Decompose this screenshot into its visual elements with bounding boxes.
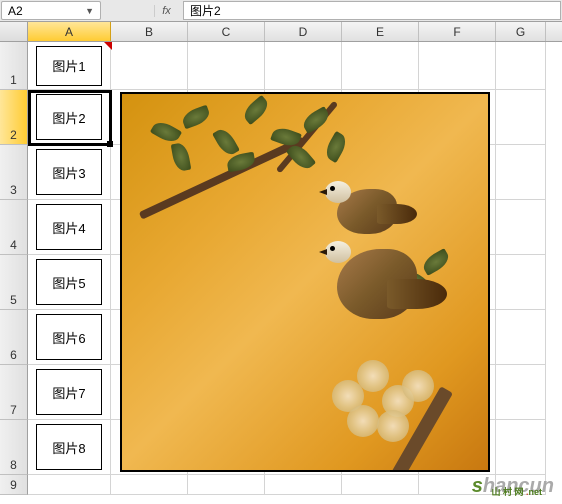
- cell-B1[interactable]: [111, 42, 188, 90]
- painting-bird: [337, 249, 417, 319]
- column-header-B[interactable]: B: [111, 22, 188, 41]
- row-header-5[interactable]: 5: [0, 255, 28, 310]
- cell-A6[interactable]: 图片6: [28, 310, 111, 365]
- cell-G7[interactable]: [496, 365, 546, 420]
- cell-button-A2[interactable]: 图片2: [36, 94, 102, 140]
- formula-value: 图片2: [190, 2, 221, 19]
- watermark-first: s: [472, 475, 483, 497]
- cell-G8[interactable]: [496, 420, 546, 475]
- cell-E9[interactable]: [342, 475, 419, 495]
- cell-A8[interactable]: 图片8: [28, 420, 111, 475]
- row-header-6[interactable]: 6: [0, 310, 28, 365]
- watermark: shancun 山 村 网 .net: [472, 475, 554, 498]
- painting-flowers: [322, 350, 462, 450]
- cell-G5[interactable]: [496, 255, 546, 310]
- painting-leaf: [420, 248, 452, 276]
- column-header-A[interactable]: A: [28, 22, 111, 41]
- cell-B9[interactable]: [111, 475, 188, 495]
- select-all-corner[interactable]: [0, 22, 28, 41]
- watermark-sub: 山 村 网 .net: [491, 485, 542, 498]
- cell-A9[interactable]: [28, 475, 111, 495]
- painting-leaf: [171, 142, 192, 172]
- row-header-1[interactable]: 1: [0, 42, 28, 90]
- painting-leaf: [150, 118, 182, 146]
- cell-G1[interactable]: [496, 42, 546, 90]
- cell-F1[interactable]: [419, 42, 496, 90]
- column-header-G[interactable]: G: [496, 22, 546, 41]
- cell-button-A5[interactable]: 图片5: [36, 259, 102, 305]
- embedded-image[interactable]: [120, 92, 490, 472]
- column-header-E[interactable]: E: [342, 22, 419, 41]
- cell-A4[interactable]: 图片4: [28, 200, 111, 255]
- cell-A3[interactable]: 图片3: [28, 145, 111, 200]
- cell-A1[interactable]: 图片1: [28, 42, 111, 90]
- painting-leaf: [240, 95, 272, 125]
- column-header-F[interactable]: F: [419, 22, 496, 41]
- painting-leaf: [212, 126, 240, 158]
- cell-button-A6[interactable]: 图片6: [36, 314, 102, 360]
- cell-G3[interactable]: [496, 145, 546, 200]
- formula-bar-separator: fx: [102, 0, 182, 21]
- formula-bar: A2 ▼ fx 图片2: [0, 0, 562, 22]
- cell-G6[interactable]: [496, 310, 546, 365]
- row-header-4[interactable]: 4: [0, 200, 28, 255]
- row-header-8[interactable]: 8: [0, 420, 28, 475]
- column-headers: A B C D E F G: [0, 22, 562, 42]
- column-header-D[interactable]: D: [265, 22, 342, 41]
- cell-D1[interactable]: [265, 42, 342, 90]
- cell-A2[interactable]: 图片2: [28, 90, 111, 145]
- name-box-value: A2: [8, 4, 23, 18]
- cell-G4[interactable]: [496, 200, 546, 255]
- cell-G2[interactable]: [496, 90, 546, 145]
- cell-button-A1[interactable]: 图片1: [36, 46, 102, 86]
- formula-input[interactable]: 图片2: [183, 1, 561, 20]
- painting-leaf: [180, 105, 212, 130]
- painting-leaf: [226, 152, 256, 173]
- comment-indicator-icon[interactable]: [104, 42, 112, 50]
- cell-button-A7[interactable]: 图片7: [36, 369, 102, 415]
- cell-C1[interactable]: [188, 42, 265, 90]
- row-header-2[interactable]: 2: [0, 90, 28, 145]
- row-header-3[interactable]: 3: [0, 145, 28, 200]
- name-box[interactable]: A2 ▼: [1, 1, 101, 20]
- cell-A5[interactable]: 图片5: [28, 255, 111, 310]
- cell-button-A4[interactable]: 图片4: [36, 204, 102, 250]
- row-header-7[interactable]: 7: [0, 365, 28, 420]
- cell-C9[interactable]: [188, 475, 265, 495]
- cell-D9[interactable]: [265, 475, 342, 495]
- cell-A7[interactable]: 图片7: [28, 365, 111, 420]
- row-header-9[interactable]: 9: [0, 475, 28, 495]
- cell-button-A8[interactable]: 图片8: [36, 424, 102, 470]
- column-header-C[interactable]: C: [188, 22, 265, 41]
- cell-E1[interactable]: [342, 42, 419, 90]
- cell-button-A3[interactable]: 图片3: [36, 149, 102, 195]
- painting-bird: [337, 189, 397, 234]
- painting-leaf: [322, 131, 350, 163]
- row-headers: 1 2 3 4 5 6 7 8 9: [0, 42, 28, 495]
- dropdown-arrow-icon[interactable]: ▼: [85, 6, 94, 16]
- fx-icon[interactable]: fx: [154, 5, 178, 17]
